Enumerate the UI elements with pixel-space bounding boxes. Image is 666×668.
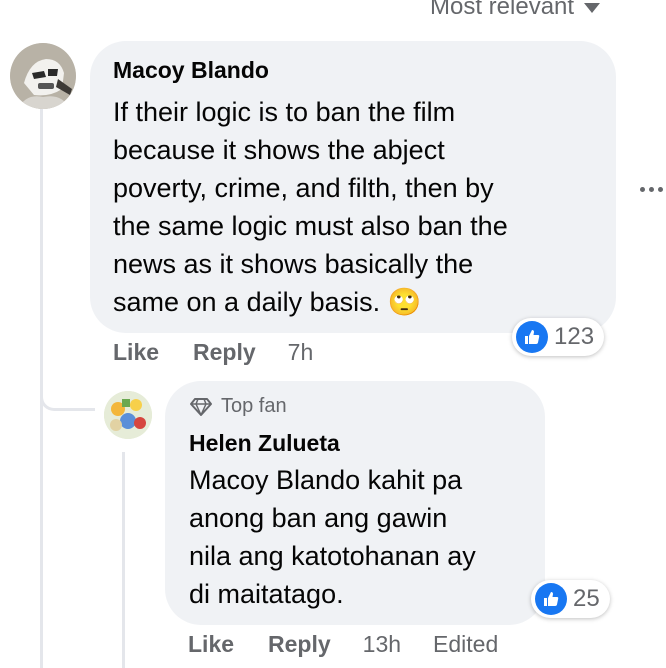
top-fan-label: Top fan xyxy=(221,395,287,417)
reply-line: di maitatago. xyxy=(189,579,344,609)
comment-line-text: same on a daily basis. xyxy=(113,287,381,317)
avatar-image xyxy=(10,43,76,109)
reaction-badge[interactable]: 123 xyxy=(512,318,605,356)
comment-line: poverty, crime, and filth, then by xyxy=(113,173,494,203)
edited-label: Edited xyxy=(433,631,499,657)
thread-connector xyxy=(40,360,95,411)
comment-line: If their logic is to ban the film xyxy=(113,97,456,127)
sort-dropdown[interactable]: Most relevant xyxy=(430,0,601,24)
reply-actions: Like Reply 13h Edited xyxy=(188,631,498,658)
reply-bubble: Top fan Helen Zulueta Macoy Blando kahit… xyxy=(165,381,545,625)
like-button[interactable]: Like xyxy=(113,339,159,366)
reply-line: anong ban ang gawin xyxy=(189,503,448,533)
comment-timestamp[interactable]: 7h xyxy=(288,339,314,366)
chevron-down-icon xyxy=(584,3,601,13)
reply-thread-line xyxy=(122,452,125,668)
reply-text: Macoy Blando kahit pa anong ban ang gawi… xyxy=(189,461,539,613)
avatar[interactable] xyxy=(10,43,76,109)
comment-actions: Like Reply 7h xyxy=(113,339,313,366)
diamond-icon xyxy=(190,397,212,416)
thumbs-up-icon xyxy=(516,321,548,353)
reply-avatar-image xyxy=(104,391,152,439)
comment-line-last: same on a daily basis. 🙄 xyxy=(113,283,603,322)
comment-bubble: Macoy Blando If their logic is to ban th… xyxy=(90,41,616,333)
reply-reaction-badge[interactable]: 25 xyxy=(531,580,610,618)
more-options-icon[interactable] xyxy=(640,185,666,193)
thread-line-continued xyxy=(40,408,43,668)
reply-like-button[interactable]: Like xyxy=(188,631,234,658)
reply-timestamp[interactable]: 13h xyxy=(363,631,401,658)
reply-line: Macoy Blando kahit pa xyxy=(189,465,463,495)
top-fan-badge: Top fan xyxy=(189,395,287,418)
sort-label: Most relevant xyxy=(430,0,575,20)
thumbs-up-icon xyxy=(535,583,567,615)
comment-line: because it shows the abject xyxy=(113,135,445,165)
comment-author[interactable]: Macoy Blando xyxy=(113,57,269,84)
eye-roll-emoji: 🙄 xyxy=(387,287,422,318)
comment-text: If their logic is to ban the film becaus… xyxy=(113,93,603,322)
reply-avatar[interactable] xyxy=(104,391,152,439)
comment-line: the same logic must also ban the xyxy=(113,211,508,241)
reply-author[interactable]: Helen Zulueta xyxy=(189,430,340,457)
comment-line: news as it shows basically the xyxy=(113,249,474,279)
reply-button[interactable]: Reply xyxy=(193,339,256,366)
reply-line: nila ang katotohanan ay xyxy=(189,541,476,571)
reply-reply-button[interactable]: Reply xyxy=(268,631,331,658)
reply-reaction-count: 25 xyxy=(573,585,600,612)
reaction-count: 123 xyxy=(554,323,595,350)
